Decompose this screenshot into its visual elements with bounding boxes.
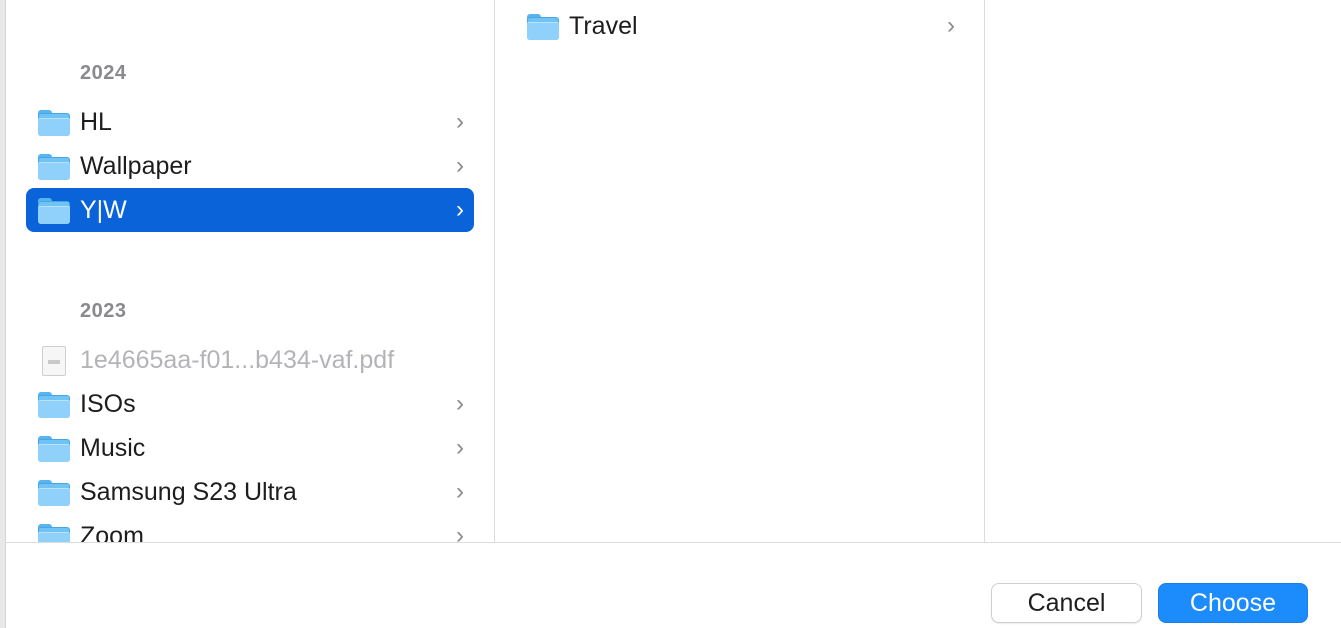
list-item-zoom[interactable]: Zoom › bbox=[26, 514, 474, 542]
list-item-music[interactable]: Music › bbox=[26, 426, 474, 470]
folder-icon bbox=[527, 14, 559, 40]
list-item-samsung-s23-ultra[interactable]: Samsung S23 Ultra › bbox=[26, 470, 474, 514]
group-header-2024: 2024 bbox=[80, 62, 127, 84]
list-item-travel[interactable]: Travel › bbox=[515, 4, 965, 48]
item-label: Wallpaper bbox=[80, 152, 192, 180]
item-label: Y|W bbox=[80, 196, 127, 224]
folder-icon bbox=[38, 154, 70, 180]
chevron-right-icon: › bbox=[456, 522, 464, 542]
chevron-right-icon: › bbox=[456, 108, 464, 135]
folder-icon bbox=[38, 198, 70, 224]
folder-icon bbox=[38, 524, 70, 542]
item-label: HL bbox=[80, 108, 112, 136]
chevron-right-icon: › bbox=[456, 434, 464, 461]
item-label: ISOs bbox=[80, 390, 136, 418]
chevron-right-icon: › bbox=[456, 152, 464, 179]
item-label: Samsung S23 Ultra bbox=[80, 478, 297, 506]
list-item-pdf-file: 1e4665aa-f01...b434-vaf.pdf bbox=[26, 338, 474, 382]
choose-button[interactable]: Choose bbox=[1158, 583, 1308, 623]
column-1[interactable]: 2024 HL › Wallpaper › Y|W › 2023 1e4665a… bbox=[6, 0, 495, 542]
folder-icon bbox=[38, 480, 70, 506]
chevron-right-icon: › bbox=[456, 196, 464, 223]
column-browser: 2024 HL › Wallpaper › Y|W › 2023 1e4665a… bbox=[6, 0, 1341, 542]
item-label: Music bbox=[80, 434, 146, 462]
item-label: 1e4665aa-f01...b434-vaf.pdf bbox=[80, 346, 395, 374]
folder-icon bbox=[38, 436, 70, 462]
list-item-wallpaper[interactable]: Wallpaper › bbox=[26, 144, 474, 188]
dialog-footer: Cancel Choose bbox=[6, 542, 1341, 628]
group-header-2023: 2023 bbox=[80, 300, 127, 322]
folder-icon bbox=[38, 110, 70, 136]
pdf-document-icon bbox=[42, 346, 66, 376]
folder-icon bbox=[38, 392, 70, 418]
chevron-right-icon: › bbox=[947, 12, 955, 39]
item-label: Travel bbox=[569, 12, 638, 40]
cancel-button[interactable]: Cancel bbox=[991, 583, 1142, 623]
list-item-yw-selected[interactable]: Y|W › bbox=[26, 188, 474, 232]
column-3-empty[interactable] bbox=[985, 0, 1341, 542]
chevron-right-icon: › bbox=[456, 390, 464, 417]
chevron-right-icon: › bbox=[456, 478, 464, 505]
list-item-hl[interactable]: HL › bbox=[26, 100, 474, 144]
item-label: Zoom bbox=[80, 522, 144, 542]
list-item-isos[interactable]: ISOs › bbox=[26, 382, 474, 426]
column-2[interactable]: Travel › bbox=[495, 0, 985, 542]
